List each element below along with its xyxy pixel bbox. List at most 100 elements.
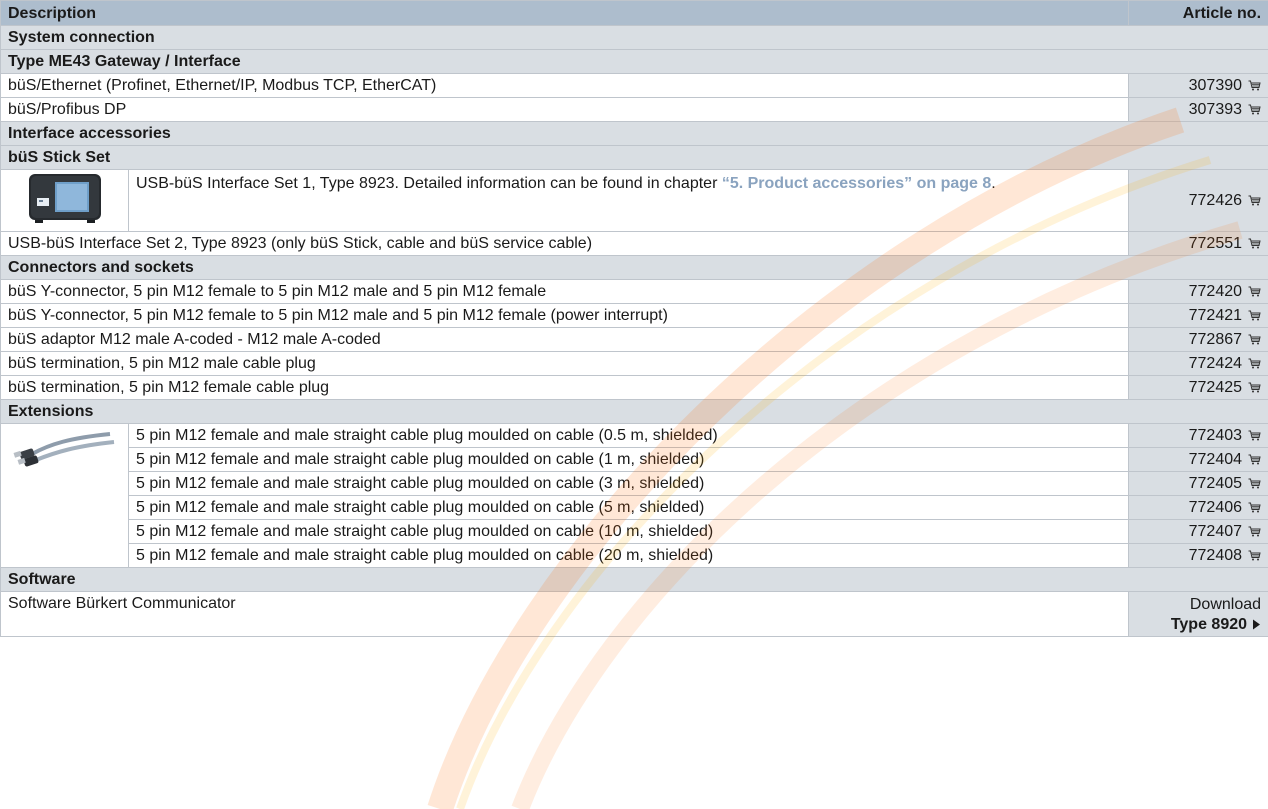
- article-cell[interactable]: 772867: [1128, 327, 1268, 352]
- cart-icon[interactable]: [1248, 502, 1261, 513]
- article-cell[interactable]: 772551: [1128, 231, 1268, 256]
- section-row: System connection: [0, 25, 1268, 50]
- row-description: büS Y-connector, 5 pin M12 female to 5 p…: [0, 303, 1130, 328]
- download-label[interactable]: Download: [1136, 595, 1261, 615]
- article-number[interactable]: 307390: [1189, 77, 1242, 94]
- cart-icon[interactable]: [1248, 238, 1261, 249]
- cart-icon[interactable]: [1248, 310, 1261, 321]
- article-cell[interactable]: 772420: [1128, 279, 1268, 304]
- cart-icon[interactable]: [1248, 104, 1261, 115]
- table-row: 5 pin M12 female and male straight cable…: [1, 447, 1268, 472]
- table-row: büS Y-connector, 5 pin M12 female to 5 p…: [0, 279, 1268, 304]
- article-number[interactable]: 772421: [1189, 307, 1242, 324]
- table-row: 5 pin M12 female and male straight cable…: [1, 519, 1268, 544]
- article-number[interactable]: 772406: [1189, 499, 1242, 516]
- section-software: Software: [0, 567, 1268, 592]
- cable-image-cell: [0, 423, 129, 568]
- section-gateway: Type ME43 Gateway / Interface: [0, 49, 1268, 74]
- section-extensions: Extensions: [0, 399, 1268, 424]
- section-row: büS Stick Set: [0, 145, 1268, 170]
- cart-icon[interactable]: [1248, 80, 1261, 91]
- row-description: USB-büS Interface Set 1, Type 8923. Deta…: [127, 169, 1130, 232]
- section-row: Interface accessories: [0, 121, 1268, 146]
- row-description: büS Y-connector, 5 pin M12 female to 5 p…: [0, 279, 1130, 304]
- arrow-right-icon[interactable]: [1252, 619, 1261, 630]
- article-cell[interactable]: 772407: [1128, 519, 1268, 544]
- article-number[interactable]: 772403: [1189, 427, 1242, 444]
- section-row: Type ME43 Gateway / Interface: [0, 49, 1268, 74]
- table-row: büS/Profibus DP 307393: [0, 97, 1268, 122]
- cart-icon[interactable]: [1248, 195, 1261, 206]
- article-number[interactable]: 307393: [1189, 101, 1242, 118]
- row-description: 5 pin M12 female and male straight cable…: [127, 423, 1130, 448]
- stick-set-image-cell: [0, 169, 129, 232]
- table-row: 5 pin M12 female and male straight cable…: [0, 423, 1268, 568]
- cart-icon[interactable]: [1248, 358, 1261, 369]
- section-connectors: Connectors and sockets: [0, 255, 1268, 280]
- article-number[interactable]: 772551: [1189, 235, 1242, 252]
- cart-icon[interactable]: [1248, 286, 1261, 297]
- article-cell[interactable]: 772406: [1128, 495, 1268, 520]
- article-number[interactable]: 772408: [1189, 547, 1242, 564]
- row-description: 5 pin M12 female and male straight cable…: [127, 471, 1130, 496]
- article-number[interactable]: 772420: [1189, 283, 1242, 300]
- section-interface-accessories: Interface accessories: [0, 121, 1268, 146]
- article-cell[interactable]: 772405: [1128, 471, 1268, 496]
- article-cell[interactable]: 772404: [1128, 447, 1268, 472]
- table-row: USB-büS Interface Set 2, Type 8923 (only…: [0, 231, 1268, 256]
- download-cell[interactable]: Download Type 8920: [1128, 591, 1268, 637]
- table-row: 5 pin M12 female and male straight cable…: [1, 543, 1268, 568]
- article-cell[interactable]: 772408: [1128, 543, 1268, 568]
- table-row: büS termination, 5 pin M12 male cable pl…: [0, 351, 1268, 376]
- row-description: 5 pin M12 female and male straight cable…: [127, 519, 1130, 544]
- row-description: 5 pin M12 female and male straight cable…: [127, 543, 1130, 568]
- article-cell[interactable]: 772424: [1128, 351, 1268, 376]
- description-header: Description: [0, 0, 1130, 26]
- article-number[interactable]: 772405: [1189, 475, 1242, 492]
- section-row: Connectors and sockets: [0, 255, 1268, 280]
- article-number[interactable]: 772867: [1189, 331, 1242, 348]
- article-cell[interactable]: 307390: [1128, 73, 1268, 98]
- table-row: 5 pin M12 female and male straight cable…: [1, 495, 1268, 520]
- download-type-link[interactable]: Type 8920: [1171, 616, 1247, 633]
- article-cell[interactable]: 307393: [1128, 97, 1268, 122]
- table-row: büS adaptor M12 male A-coded - M12 male …: [0, 327, 1268, 352]
- table-row: Software Bürkert Communicator Download T…: [0, 591, 1268, 637]
- row-description: büS adaptor M12 male A-coded - M12 male …: [0, 327, 1130, 352]
- article-number[interactable]: 772407: [1189, 523, 1242, 540]
- article-number[interactable]: 772424: [1189, 355, 1242, 372]
- table-row: büS Y-connector, 5 pin M12 female to 5 p…: [0, 303, 1268, 328]
- row-description: Software Bürkert Communicator: [0, 591, 1130, 637]
- article-no-header: Article no.: [1128, 0, 1268, 26]
- article-number[interactable]: 772425: [1189, 379, 1242, 396]
- cable-image: [13, 432, 114, 467]
- row-description: büS/Ethernet (Profinet, Ethernet/IP, Mod…: [0, 73, 1130, 98]
- cart-icon[interactable]: [1248, 478, 1261, 489]
- table-row: 5 pin M12 female and male straight cable…: [1, 471, 1268, 496]
- cart-icon[interactable]: [1248, 454, 1261, 465]
- section-stick-set: büS Stick Set: [0, 145, 1268, 170]
- cart-icon[interactable]: [1248, 430, 1261, 441]
- section-row: Software: [0, 567, 1268, 592]
- article-cell[interactable]: 772421: [1128, 303, 1268, 328]
- table-row: USB-büS Interface Set 1, Type 8923. Deta…: [0, 169, 1268, 232]
- cart-icon[interactable]: [1248, 334, 1261, 345]
- row-description: 5 pin M12 female and male straight cable…: [127, 447, 1130, 472]
- chapter-link[interactable]: “5. Product accessories” on page 8: [722, 175, 991, 192]
- section-system-connection: System connection: [0, 25, 1268, 50]
- row-description: büS termination, 5 pin M12 male cable pl…: [0, 351, 1130, 376]
- row-description: USB-büS Interface Set 2, Type 8923 (only…: [0, 231, 1130, 256]
- table-row: büS/Ethernet (Profinet, Ethernet/IP, Mod…: [0, 73, 1268, 98]
- article-cell[interactable]: 772426: [1128, 169, 1268, 232]
- article-cell[interactable]: 772425: [1128, 375, 1268, 400]
- article-number[interactable]: 772426: [1189, 192, 1242, 209]
- cart-icon[interactable]: [1248, 526, 1261, 537]
- cart-icon[interactable]: [1248, 382, 1261, 393]
- row-description: büS/Profibus DP: [0, 97, 1130, 122]
- section-row: Extensions: [0, 399, 1268, 424]
- article-number[interactable]: 772404: [1189, 451, 1242, 468]
- row-description: büS termination, 5 pin M12 female cable …: [0, 375, 1130, 400]
- article-cell[interactable]: 772403: [1128, 423, 1268, 448]
- row-description: 5 pin M12 female and male straight cable…: [127, 495, 1130, 520]
- cart-icon[interactable]: [1248, 550, 1261, 561]
